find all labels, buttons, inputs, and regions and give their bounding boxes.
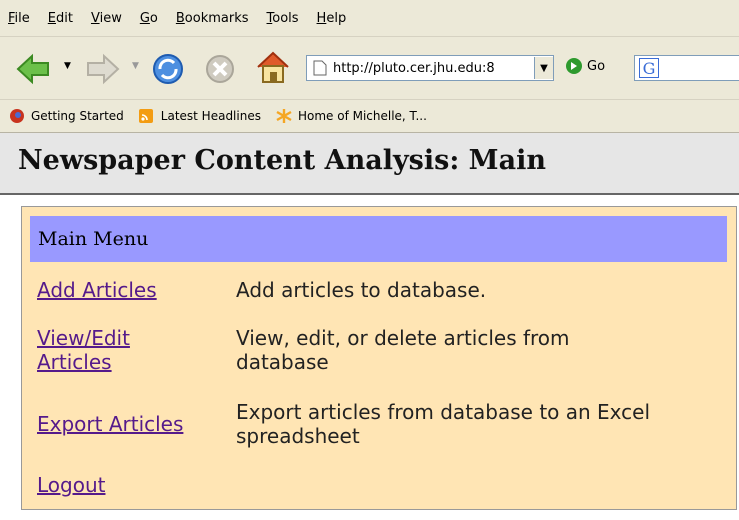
add-articles-link[interactable]: Add Articles bbox=[37, 278, 157, 302]
menu-bar: File Edit View Go Bookmarks Tools Help bbox=[0, 0, 739, 37]
forward-arrow-icon[interactable] bbox=[84, 53, 122, 85]
menu-view[interactable]: View bbox=[91, 11, 122, 26]
go-arrow-icon bbox=[566, 58, 582, 74]
main-menu-title: Main Menu bbox=[38, 228, 149, 250]
back-history-dropdown-icon[interactable]: ▼ bbox=[64, 61, 71, 71]
page-header: Newspaper Content Analysis: Main bbox=[0, 133, 739, 195]
back-arrow-icon[interactable] bbox=[14, 53, 52, 85]
main-menu-header: Main Menu bbox=[30, 216, 727, 262]
bookmark-label: Latest Headlines bbox=[160, 109, 261, 123]
asterisk-icon bbox=[276, 109, 292, 123]
reload-icon[interactable] bbox=[150, 51, 186, 87]
search-box[interactable]: G bbox=[634, 55, 739, 81]
menu-edit[interactable]: Edit bbox=[48, 11, 73, 26]
export-articles-description: Export articles from database to an Exce… bbox=[236, 400, 651, 448]
url-dropdown-icon[interactable]: ▼ bbox=[534, 57, 553, 79]
home-icon[interactable] bbox=[254, 49, 292, 85]
export-articles-link[interactable]: Export Articles bbox=[37, 412, 183, 436]
menu-bookmarks[interactable]: Bookmarks bbox=[176, 11, 249, 26]
view-edit-articles-description: View, edit, or delete articles from data… bbox=[236, 326, 570, 374]
add-articles-description: Add articles to database. bbox=[236, 278, 487, 302]
rss-icon bbox=[138, 109, 153, 123]
page-icon bbox=[313, 60, 327, 76]
menu-go[interactable]: Go bbox=[140, 11, 158, 26]
bookmark-latest-headlines[interactable]: Latest Headlines bbox=[138, 108, 261, 124]
bookmark-home-of-michelle[interactable]: Home of Michelle, T... bbox=[275, 108, 427, 124]
bookmark-getting-started[interactable]: Getting Started bbox=[8, 108, 124, 124]
forward-history-dropdown-icon[interactable]: ▼ bbox=[132, 61, 139, 71]
google-search-icon: G bbox=[639, 58, 659, 78]
go-button[interactable]: Go bbox=[566, 58, 605, 74]
menu-file[interactable]: File bbox=[8, 11, 30, 26]
firefox-icon bbox=[10, 109, 24, 123]
go-label: Go bbox=[587, 58, 606, 74]
navigation-toolbar: ▼ ▼ http://pluto.cer.jhu.edu:8 ▼ Go G bbox=[0, 37, 739, 100]
url-bar[interactable]: http://pluto.cer.jhu.edu:8 ▼ bbox=[306, 55, 554, 81]
main-menu-panel: Main Menu Add Articles Add articles to d… bbox=[21, 206, 737, 510]
stop-icon[interactable] bbox=[204, 53, 236, 85]
page-title: Newspaper Content Analysis: Main bbox=[18, 145, 546, 176]
bookmark-label: Getting Started bbox=[31, 109, 124, 123]
bookmark-label: Home of Michelle, T... bbox=[297, 109, 427, 123]
bookmarks-toolbar: Getting Started Latest Headlines Home of… bbox=[0, 100, 739, 133]
view-edit-articles-link[interactable]: View/Edit Articles bbox=[37, 326, 187, 374]
menu-tools[interactable]: Tools bbox=[267, 11, 299, 26]
url-text[interactable]: http://pluto.cer.jhu.edu:8 bbox=[333, 61, 495, 76]
menu-help[interactable]: Help bbox=[317, 11, 347, 26]
logout-link[interactable]: Logout bbox=[37, 473, 105, 497]
